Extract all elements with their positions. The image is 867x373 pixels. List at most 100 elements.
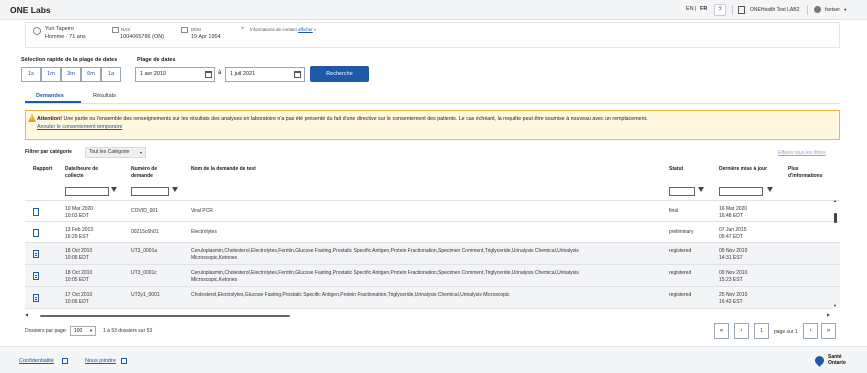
table-row[interactable]: 10 Mar 2020 10:03 EDT COVID_001 Viral PC… bbox=[25, 200, 840, 221]
quick-range-1s-button[interactable]: 1s bbox=[21, 67, 41, 82]
document-icon[interactable] bbox=[33, 294, 39, 302]
document-icon[interactable] bbox=[33, 250, 39, 258]
cancel-consent-link[interactable]: Annuler le consentement temporaire bbox=[37, 124, 122, 130]
status-filter-input[interactable] bbox=[669, 187, 695, 196]
row-time: 10:05 EDT bbox=[65, 298, 89, 305]
row-number: UT3_0001a bbox=[131, 248, 158, 254]
table-row[interactable]: 13 Feb 2013 16:29 EST 00215c6h01 Electro… bbox=[25, 221, 840, 242]
row-status: registered bbox=[669, 270, 692, 276]
filter-icon[interactable] bbox=[111, 187, 117, 192]
from-date-input[interactable]: 1 avr 2010 bbox=[135, 67, 215, 82]
org-selector[interactable]: ONEHealth Test LAB2 bbox=[738, 4, 799, 16]
calendar-icon[interactable] bbox=[205, 71, 212, 78]
page-number-input[interactable]: 1 bbox=[754, 323, 769, 339]
footer bbox=[0, 346, 867, 373]
per-page-label: Dossiers par page: bbox=[25, 328, 67, 334]
quick-range-1m-button[interactable]: 1m bbox=[41, 67, 61, 82]
scroll-down-icon[interactable]: ▼ bbox=[833, 303, 837, 308]
lang-en-link[interactable]: EN bbox=[686, 6, 694, 12]
col-header-more: Plus d'informations bbox=[788, 166, 823, 179]
col-header-number[interactable]: Numéro de demande bbox=[131, 166, 165, 179]
date-filter-input[interactable] bbox=[65, 187, 109, 196]
health-ontario-logo: Santé Ontario bbox=[828, 354, 846, 366]
filter-icon[interactable] bbox=[172, 187, 178, 192]
row-time: 10:03 EDT bbox=[65, 212, 89, 219]
row-number: UT3_0001c bbox=[131, 270, 157, 276]
user-menu[interactable]: fsetser ▼ bbox=[814, 4, 847, 16]
dob-label: DDN bbox=[191, 27, 201, 32]
col-header-date[interactable]: Date/heure de collecte bbox=[65, 166, 105, 179]
search-button[interactable]: Recherche bbox=[310, 66, 369, 82]
chevron-down-icon: ▼ bbox=[843, 7, 848, 12]
horizontal-scroll-thumb[interactable] bbox=[40, 315, 290, 317]
privacy-link[interactable]: Confidentialité bbox=[19, 358, 54, 364]
row-updated-time: 16:48 EDT bbox=[719, 212, 743, 219]
table-row[interactable]: 18 Oct 2010 10:05 EDT UT3_0001a Cerulopl… bbox=[25, 242, 840, 264]
prev-page-button[interactable]: ‹ bbox=[734, 323, 749, 339]
location-pin-icon: ⌖ bbox=[241, 26, 245, 32]
category-select[interactable]: Tout les Catégorie ▾ bbox=[85, 147, 146, 158]
to-separator: à bbox=[218, 70, 222, 76]
document-icon[interactable] bbox=[33, 229, 39, 237]
col-header-name[interactable]: Nom de la demande de test bbox=[191, 166, 256, 173]
document-icon[interactable] bbox=[33, 272, 39, 280]
table-row[interactable]: 18 Oct 2010 10:05 EDT UT3_0001c Cerulopl… bbox=[25, 264, 840, 286]
scroll-up-icon[interactable]: ▲ bbox=[833, 198, 837, 203]
tab-demandes[interactable]: Demandes bbox=[36, 93, 64, 99]
clear-filters-link[interactable]: Effacer tous les filtres bbox=[778, 150, 826, 156]
row-number: 00215c6h01 bbox=[131, 229, 159, 235]
contact-us-link[interactable]: Nous joindre bbox=[85, 358, 116, 364]
app-title: ONE Labs bbox=[10, 5, 51, 15]
last-page-icon: » bbox=[826, 328, 831, 334]
row-test-name: Viral PCR bbox=[191, 208, 213, 214]
per-page-select[interactable]: 100 ▼ bbox=[70, 326, 96, 336]
lang-fr-link[interactable]: FR bbox=[700, 6, 707, 12]
scroll-left-icon[interactable]: ◀ bbox=[25, 312, 28, 317]
show-contact-link[interactable]: afficher bbox=[298, 27, 313, 32]
row-test-name-cont: Microscopic,Ketones bbox=[191, 254, 238, 261]
calendar-icon[interactable] bbox=[294, 71, 301, 78]
filter-icon[interactable] bbox=[767, 187, 773, 192]
row-time: 16:29 EST bbox=[65, 233, 89, 240]
row-updated-time: 14:31 EST bbox=[719, 254, 743, 261]
to-date-input[interactable]: 1 juil 2021 bbox=[225, 67, 305, 82]
contact-info: Informations de contact afficher ▾ bbox=[250, 27, 316, 32]
row-time: 10:05 EDT bbox=[65, 276, 89, 283]
external-link-icon bbox=[121, 358, 127, 364]
row-status: registered bbox=[669, 248, 692, 254]
date-range-label: Plage de dates bbox=[137, 57, 176, 63]
logo-line-2: Ontario bbox=[828, 359, 846, 366]
person-icon bbox=[33, 27, 41, 35]
chevron-down-icon: ▾ bbox=[139, 150, 142, 155]
quick-range-6m-button[interactable]: 6m bbox=[81, 67, 101, 82]
tabs-divider bbox=[25, 103, 840, 104]
col-header-updated[interactable]: Dernière mise à jour bbox=[719, 166, 767, 173]
number-filter-input[interactable] bbox=[131, 187, 169, 196]
filter-icon[interactable] bbox=[698, 187, 704, 192]
table-row[interactable]: 17 Oct 2010 10:05 EDT UT3y1_0001 Cholest… bbox=[25, 286, 840, 308]
quick-range-3m-button[interactable]: 3m bbox=[61, 67, 81, 82]
scroll-right-icon[interactable]: ▶ bbox=[827, 312, 830, 317]
row-number: COVID_001 bbox=[131, 208, 158, 214]
document-icon[interactable] bbox=[33, 208, 39, 216]
next-page-button[interactable]: › bbox=[803, 323, 818, 339]
quick-range-1a-button[interactable]: 1a bbox=[101, 67, 121, 82]
warning-message: Attention! Une partie ou l'ensemble des … bbox=[37, 115, 827, 131]
org-label: ONEHealth Test LAB2 bbox=[750, 7, 800, 13]
warning-text: Une partie ou l'ensemble des renseigneme… bbox=[62, 116, 648, 122]
vertical-scroll-thumb[interactable] bbox=[834, 213, 837, 223]
nas-value: 1004065786 (ON) bbox=[120, 34, 165, 40]
calendar-icon bbox=[181, 27, 188, 33]
last-page-button[interactable]: » bbox=[821, 323, 836, 339]
tab-resultats[interactable]: Résultats bbox=[93, 93, 116, 99]
first-page-button[interactable]: « bbox=[714, 323, 729, 339]
updated-filter-input[interactable] bbox=[719, 187, 763, 196]
lang-separator: | bbox=[695, 6, 697, 12]
row-updated-time: 09:47 EDT bbox=[719, 233, 743, 240]
dob-value: 19 Apr 1954 bbox=[191, 34, 221, 40]
patient-name: Yuri Tapeiro bbox=[45, 26, 74, 32]
row-time: 10:05 EDT bbox=[65, 254, 89, 261]
help-button[interactable]: ? bbox=[714, 4, 726, 16]
col-header-status[interactable]: Statut bbox=[669, 166, 683, 173]
prev-page-icon: ‹ bbox=[740, 328, 743, 334]
